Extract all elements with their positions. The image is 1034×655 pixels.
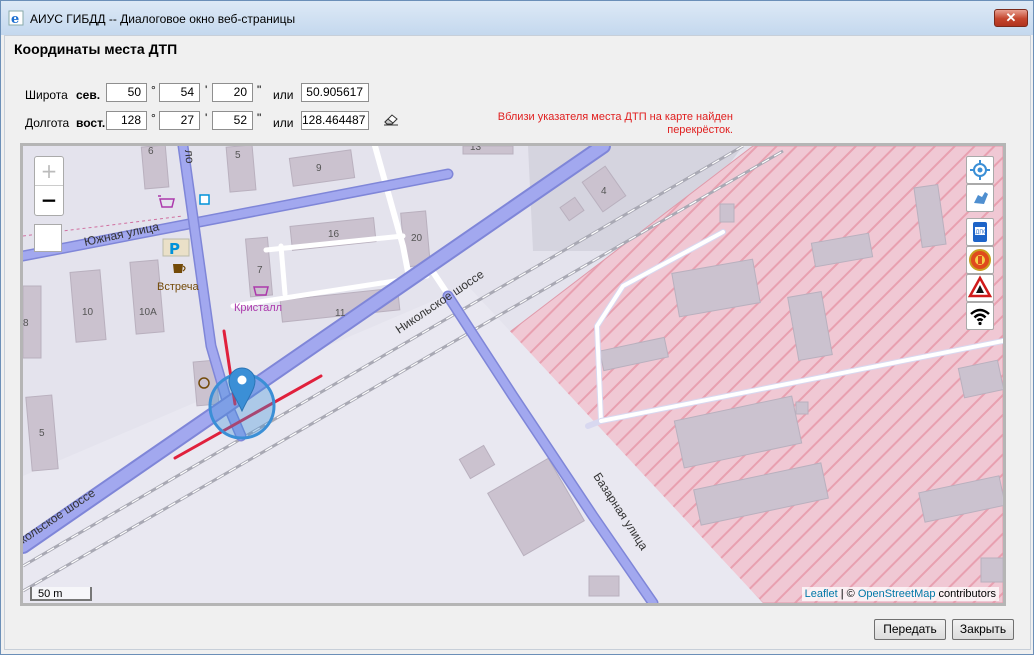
close-button[interactable]: Закрыть — [952, 619, 1014, 640]
street-label-cut: ло — [182, 149, 197, 164]
longitude-seconds-field[interactable]: 52 — [212, 111, 253, 130]
layers-button[interactable] — [34, 224, 62, 252]
latitude-decimal-field[interactable]: 50.905617 — [301, 83, 369, 102]
attribution-separator: | © — [837, 588, 858, 600]
intersection-warning: Вблизи указателя места ДТП на карте найд… — [497, 111, 733, 136]
ie-page-icon: e — [8, 10, 24, 26]
road-warning-sign-icon — [967, 275, 993, 298]
attribution-suffix: contributors — [935, 588, 996, 600]
house-number: 11 — [335, 308, 346, 319]
latitude-degrees-field[interactable]: 50 — [106, 83, 147, 102]
house-number: 5 — [39, 428, 45, 439]
longitude-degrees-field[interactable]: 128 — [106, 111, 147, 130]
longitude-minutes-field[interactable]: 27 — [159, 111, 200, 130]
svg-text:P: P — [169, 240, 180, 258]
house-number: 5 — [235, 150, 241, 161]
locate-icon — [970, 160, 990, 180]
house-number: 13 — [470, 146, 482, 153]
house-number: 20 — [411, 233, 423, 244]
traffic-police-emblem-icon — [969, 249, 991, 271]
latitude-or-label: или — [273, 88, 294, 102]
parking-icon: P — [162, 238, 190, 258]
eraser-icon[interactable] — [383, 112, 399, 126]
longitude-or-label: или — [273, 116, 294, 130]
map-scale: 50 m — [30, 587, 92, 601]
poi-label-vstrecha: Встреча — [157, 281, 199, 293]
map-attribution: Leaflet | © OpenStreetMap contributors — [801, 587, 999, 601]
svg-text:e: e — [11, 12, 19, 26]
latitude-seconds-field[interactable]: 20 — [212, 83, 253, 102]
hand-pointer-icon — [974, 192, 988, 204]
longitude-hemisphere: вост. — [76, 116, 106, 130]
minute-symbol: ' — [205, 83, 208, 97]
page-title: Координаты места ДТП — [14, 41, 178, 57]
minute-symbol: ' — [205, 111, 208, 125]
police-button[interactable] — [966, 246, 994, 274]
house-number: 6 — [148, 146, 154, 157]
longitude-label: Долгота — [25, 116, 70, 130]
locate-button[interactable] — [966, 156, 994, 184]
latitude-label: Широта — [25, 88, 68, 102]
degree-symbol: ° — [151, 111, 156, 125]
dialog-window: e АИУС ГИБДД -- Диалоговое окно веб-стра… — [0, 0, 1034, 655]
second-symbol: " — [257, 111, 262, 125]
degree-symbol: ° — [151, 83, 156, 97]
dps-sign-icon: ДПС — [973, 222, 988, 242]
latitude-minutes-field[interactable]: 54 — [159, 83, 200, 102]
title-bar: e АИУС ГИБДД -- Диалоговое окно веб-стра… — [1, 1, 1033, 35]
zoom-in-button[interactable]: + — [35, 157, 63, 186]
house-number: 10 — [82, 307, 94, 318]
poi-label-kristall: Кристалл — [234, 302, 282, 314]
window-close-button[interactable]: ✕ — [994, 9, 1028, 27]
submit-button[interactable]: Передать — [874, 619, 946, 640]
wifi-icon — [970, 308, 990, 326]
zoom-out-button[interactable]: − — [35, 186, 63, 214]
road-warning-button[interactable] — [966, 274, 994, 302]
window-title: АИУС ГИБДД -- Диалоговое окно веб-страни… — [30, 12, 296, 26]
dps-button[interactable]: ДПС — [966, 218, 994, 246]
house-number: 9 — [316, 163, 322, 174]
house-number: 10A — [139, 307, 157, 318]
house-number: 4 — [601, 186, 607, 197]
longitude-decimal-field[interactable]: 128.464487 — [301, 111, 369, 130]
house-number: 8 — [23, 318, 29, 329]
house-number: 16 — [328, 229, 340, 240]
second-symbol: " — [257, 83, 262, 97]
wifi-button[interactable] — [966, 302, 994, 330]
svg-text:ДПС: ДПС — [976, 230, 988, 236]
map-view[interactable]: Южная улица Никольское шоссе кольское шо… — [20, 143, 1006, 606]
zoom-control: + − — [34, 156, 64, 216]
map-canvas[interactable]: Южная улица Никольское шоссе кольское шо… — [23, 146, 1003, 603]
bus-stop-icon — [199, 194, 210, 205]
latitude-hemisphere: сев. — [76, 88, 101, 102]
pointer-button[interactable] — [966, 184, 994, 212]
leaflet-link[interactable]: Leaflet — [805, 588, 838, 600]
osm-link[interactable]: OpenStreetMap — [858, 588, 936, 600]
house-number: 7 — [257, 265, 263, 276]
